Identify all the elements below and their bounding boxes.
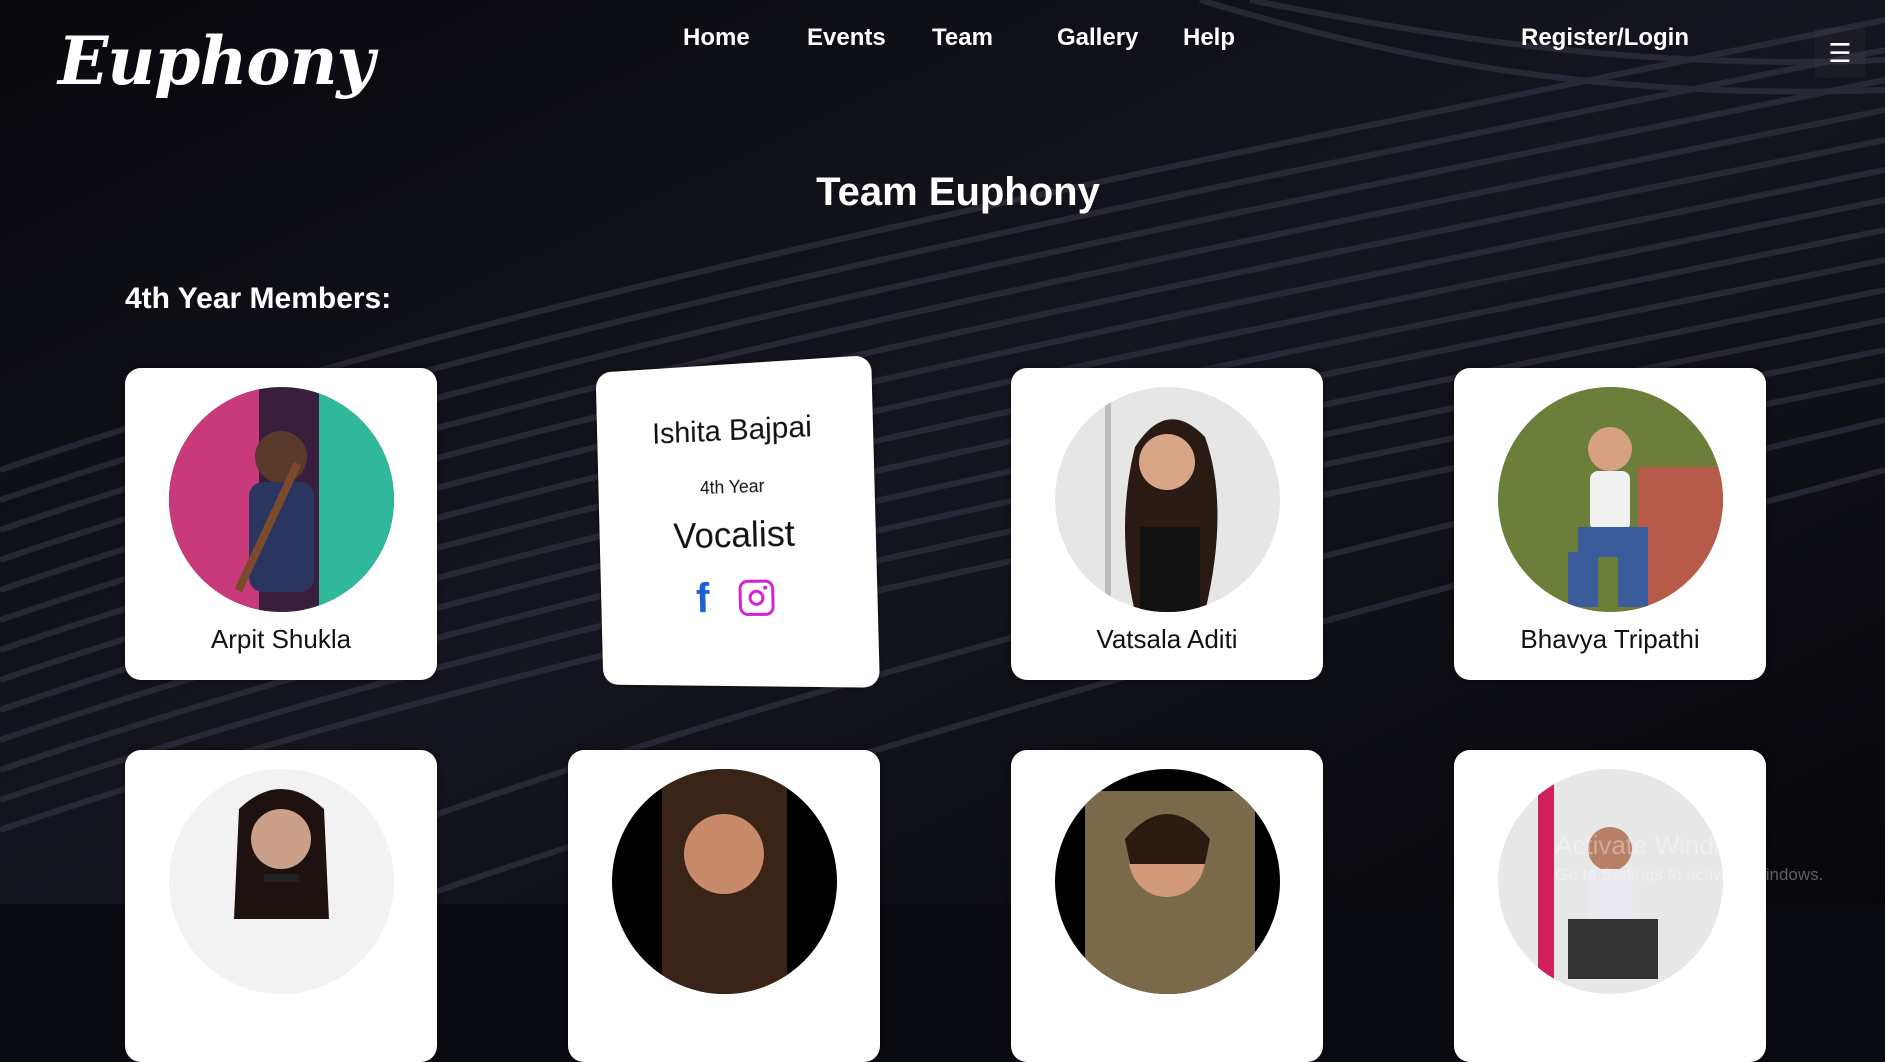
hamburger-menu-button[interactable]: ☰ (1815, 28, 1865, 78)
member-card[interactable]: Bhavya Tripathi (1454, 368, 1766, 680)
nav-register-login-link[interactable]: Register/Login (1521, 24, 1689, 52)
member-role: Vocalist (672, 512, 796, 557)
section-title: 4th Year Members: (125, 282, 392, 315)
member-card[interactable]: Vatsala Aditi (1011, 368, 1323, 680)
member-photo (1055, 769, 1280, 994)
member-card-flipped[interactable]: Ishita Bajpai 4th Year Vocalist f (595, 354, 880, 688)
nav-help-link[interactable]: Help (1183, 24, 1235, 52)
nav-gallery-link[interactable]: Gallery (1057, 24, 1138, 52)
member-photo (1055, 387, 1280, 612)
member-card[interactable]: Arpit Shukla (125, 368, 437, 680)
nav-team-link[interactable]: Team (932, 24, 993, 52)
hamburger-icon: ☰ (1828, 37, 1852, 68)
member-name: Arpit Shukla (210, 624, 352, 654)
nav-home-link[interactable]: Home (683, 24, 750, 52)
member-card[interactable] (1454, 750, 1766, 1062)
member-photo (169, 769, 394, 994)
member-photo (612, 769, 837, 994)
member-photo (1498, 387, 1723, 612)
instagram-icon[interactable] (738, 579, 775, 616)
activate-windows-subtext: Go to Settings to activate Windows. (1555, 865, 1824, 884)
page-title: Team Euphony (816, 170, 1100, 214)
member-name: Ishita Bajpai (651, 409, 813, 451)
euphony-logo[interactable]: Euphony (58, 22, 375, 100)
facebook-icon[interactable]: f (695, 574, 710, 622)
nav-events-link[interactable]: Events (807, 24, 886, 52)
activate-windows-watermark: Activate Windows (1555, 830, 1761, 860)
member-year: 4th Year (699, 475, 765, 499)
social-links: f (601, 572, 879, 623)
member-photo (169, 387, 394, 612)
member-name: Bhavya Tripathi (1520, 624, 1700, 654)
member-card[interactable] (568, 750, 880, 1062)
member-card[interactable] (1011, 750, 1323, 1062)
member-card[interactable] (125, 750, 437, 1062)
member-name: Vatsala Aditi (1096, 624, 1238, 654)
